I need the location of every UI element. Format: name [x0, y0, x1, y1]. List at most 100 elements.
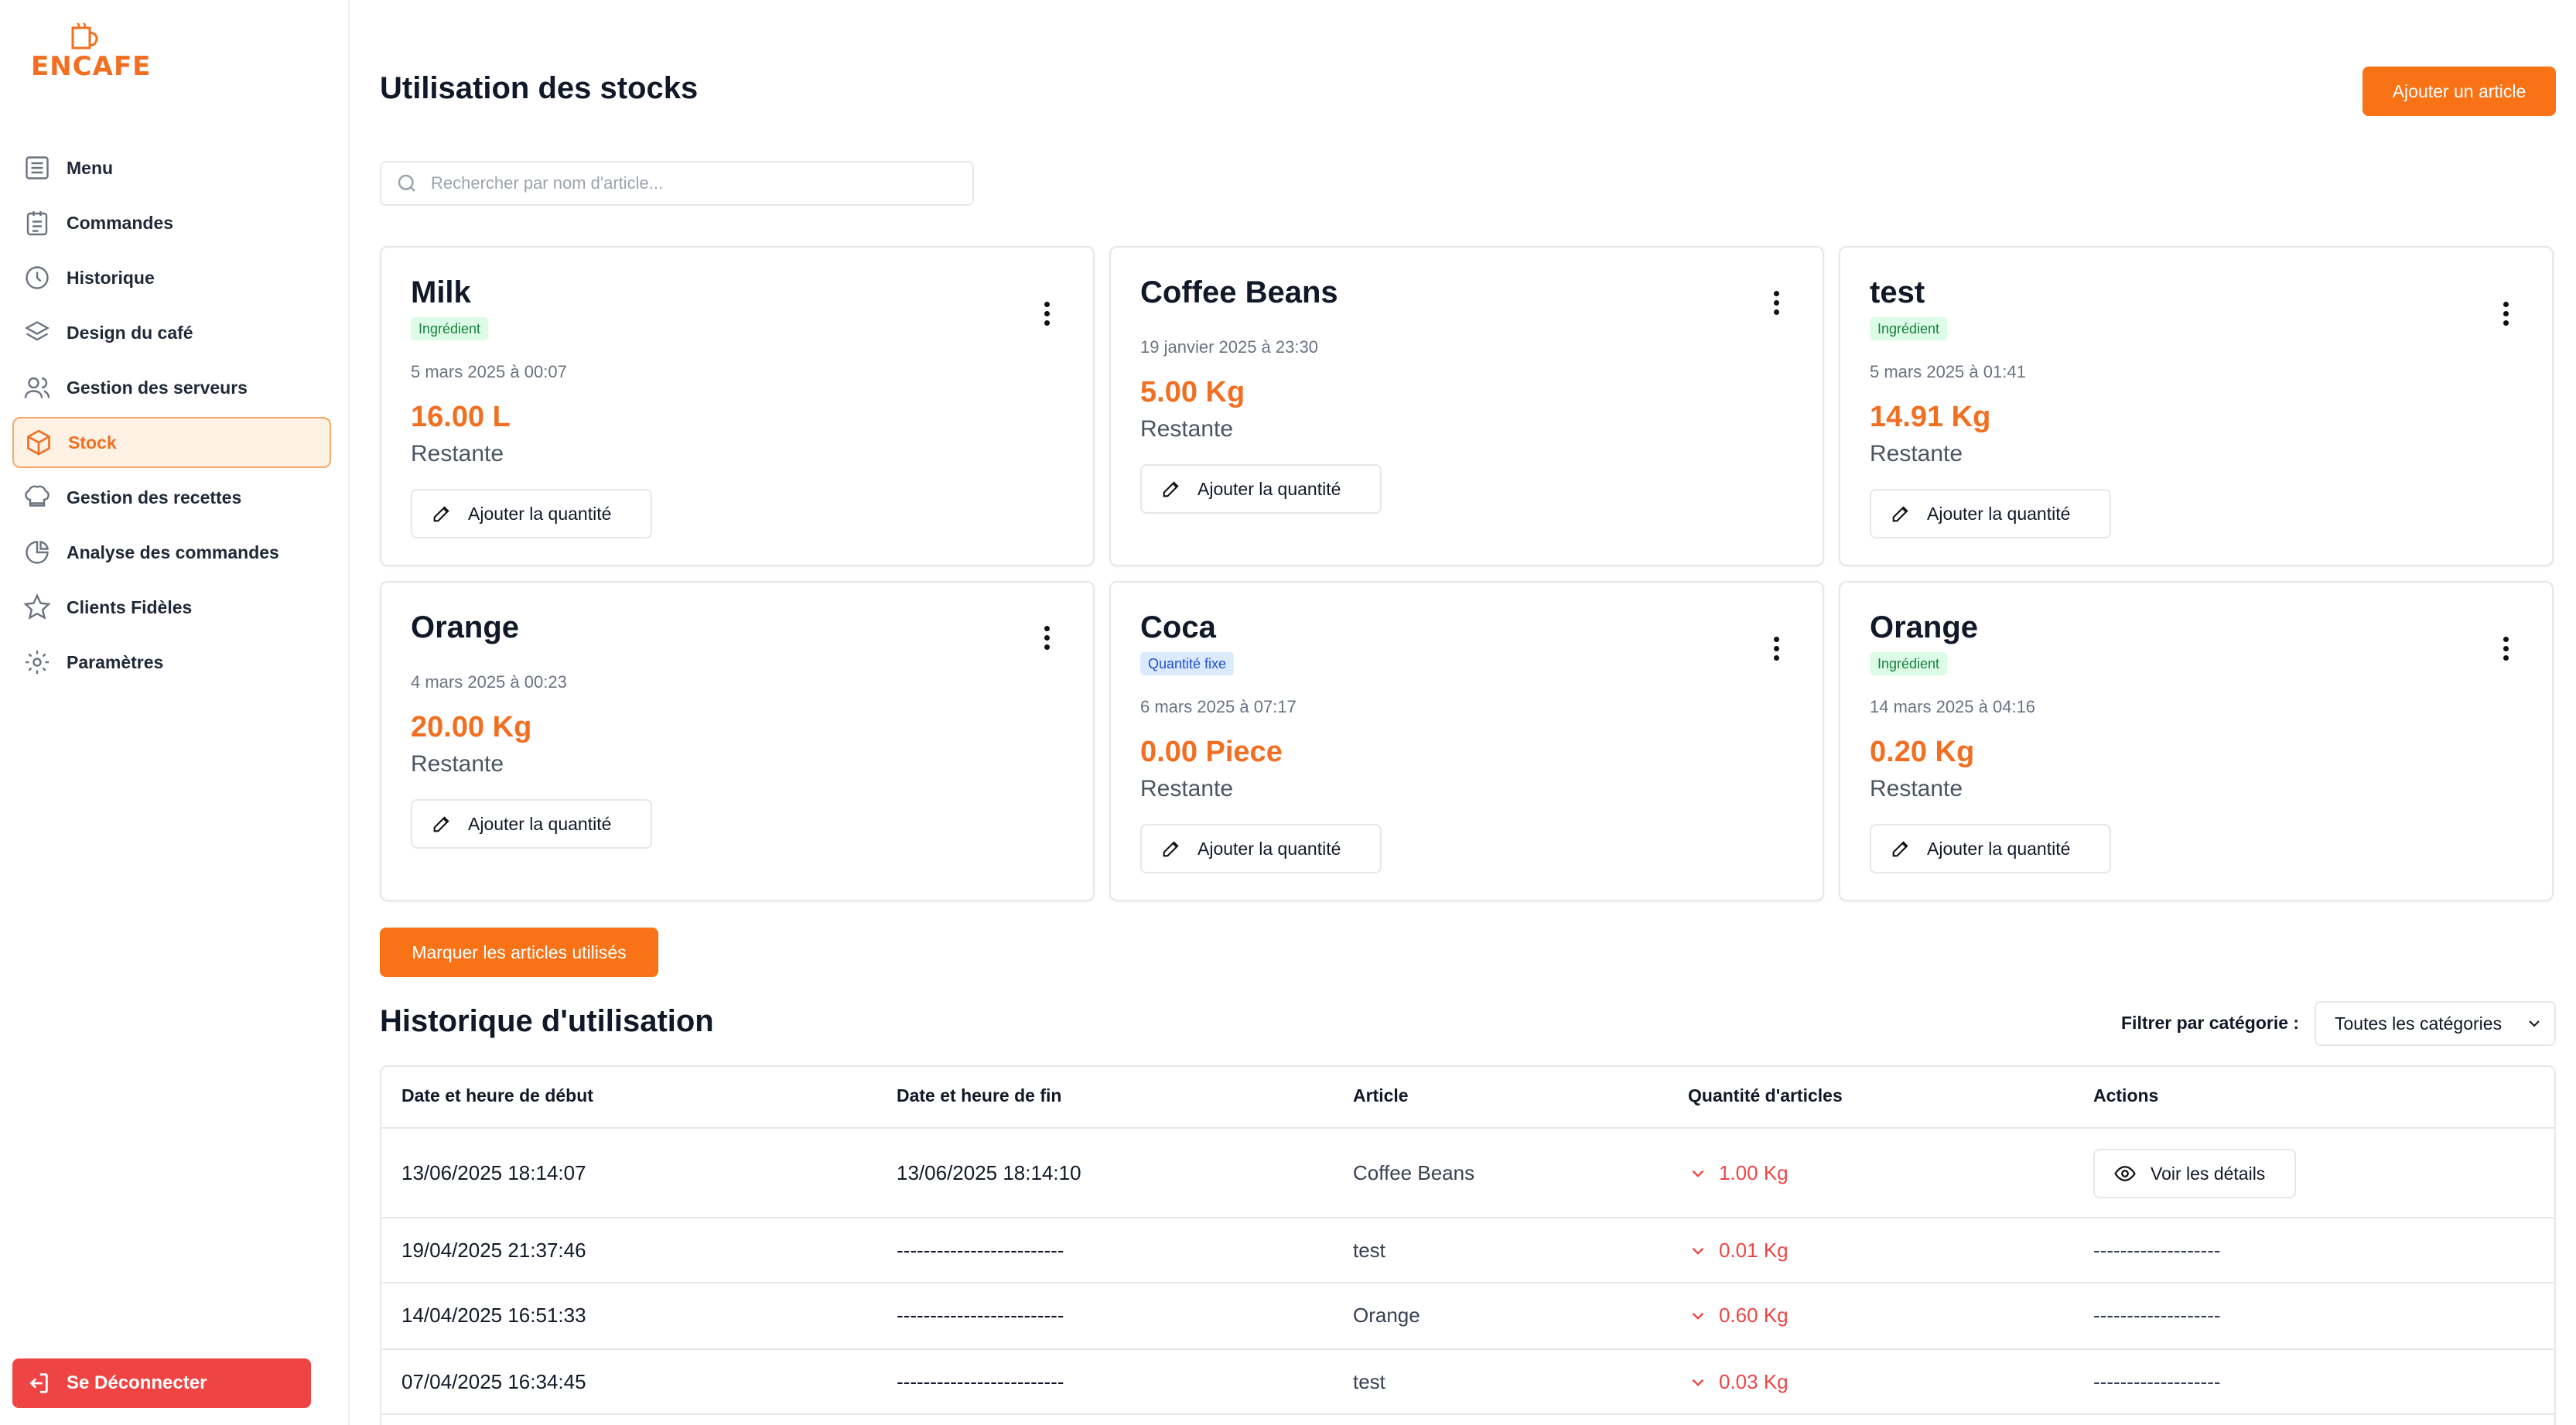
cell-start: 13/06/2025 18:14:07 [401, 1161, 586, 1184]
sidebar-item-label: Gestion des serveurs [67, 377, 248, 398]
brand-logo[interactable]: ENCAFE [31, 22, 150, 84]
sidebar-item-commandes[interactable]: Commandes [12, 197, 331, 248]
sidebar-item-stock[interactable]: Stock [12, 417, 331, 468]
card-title: Milk [411, 275, 471, 309]
card-quantity: 0.20 Kg [1870, 736, 1975, 768]
column-header: Date et heure de fin [897, 1085, 1062, 1105]
more-options-icon[interactable] [2501, 637, 2510, 668]
list-icon [26, 156, 49, 179]
pencil-icon [1163, 481, 1179, 497]
table-row: 13/06/2025 18:14:07 13/06/2025 18:14:10 … [381, 1129, 2554, 1218]
cell-article: test [1353, 1370, 1385, 1393]
table-row: 19/04/2025 21:37:46 --------------------… [381, 1218, 2554, 1283]
card-quantity: 5.00 Kg [1140, 376, 1245, 408]
add-quantity-button[interactable]: Ajouter la quantité [1870, 489, 2111, 538]
more-options-icon[interactable] [1042, 302, 1051, 333]
add-quantity-button[interactable]: Ajouter la quantité [411, 489, 652, 538]
search-input[interactable] [431, 173, 957, 193]
sidebar-item-label: Clients Fidèles [67, 596, 193, 617]
users-icon [24, 377, 50, 398]
add-quantity-label: Ajouter la quantité [468, 813, 612, 834]
card-quantity: 20.00 Kg [411, 711, 532, 743]
add-quantity-label: Ajouter la quantité [468, 503, 612, 524]
cell-action: ------------------- [2093, 1370, 2221, 1393]
card-title: Coffee Beans [1140, 275, 1338, 309]
stock-card-coca: Coca Quantité fixe 6 mars 2025 à 07:17 0… [1109, 581, 1824, 901]
layers-icon [25, 321, 50, 341]
logout-button[interactable]: Se Déconnecter [12, 1358, 311, 1408]
add-quantity-button[interactable]: Ajouter la quantité [1140, 464, 1382, 514]
logout-label: Se Déconnecter [67, 1372, 207, 1393]
add-article-button[interactable]: Ajouter un article [2362, 67, 2556, 116]
cell-end: ------------------------- [897, 1370, 1064, 1393]
sidebar-item-serveurs[interactable]: Gestion des serveurs [12, 362, 331, 413]
gear-icon [26, 651, 49, 674]
sidebar-item-analyse[interactable]: Analyse des commandes [12, 527, 331, 578]
card-remaining-label: Restante [411, 441, 504, 466]
quantity-value: 1.00 Kg [1719, 1161, 1789, 1184]
sidebar-item-clients[interactable]: Clients Fidèles [12, 582, 331, 633]
add-quantity-button[interactable]: Ajouter la quantité [1140, 824, 1382, 873]
cell-article: test [1353, 1239, 1385, 1262]
chevron-down-icon [1692, 1247, 1704, 1255]
chevron-down-icon [1692, 1312, 1704, 1320]
cell-end: ------------------------- [897, 1304, 1064, 1327]
stock-card-coffee-beans: Coffee Beans 19 janvier 2025 à 23:30 5.0… [1109, 246, 1824, 566]
page-title: Utilisation des stocks [380, 71, 699, 105]
category-badge: Ingrédient [411, 317, 489, 340]
card-title: Orange [411, 610, 520, 644]
add-quantity-label: Ajouter la quantité [1197, 478, 1341, 499]
cell-quantity: 0.01 Kg [1688, 1239, 1789, 1263]
cell-article: Orange [1353, 1304, 1420, 1327]
card-date: 19 janvier 2025 à 23:30 [1140, 337, 1318, 357]
add-quantity-label: Ajouter la quantité [1927, 503, 2071, 524]
stock-card-orange-ingredient: Orange Ingrédient 14 mars 2025 à 04:16 0… [1839, 581, 2554, 901]
chef-hat-icon [25, 485, 50, 507]
category-filter-select[interactable]: Toutes les catégories [2315, 1001, 2556, 1046]
pencil-icon [1892, 506, 1908, 522]
box-icon [27, 429, 50, 456]
chevron-down-icon [1692, 1170, 1704, 1177]
more-options-icon[interactable] [1771, 637, 1781, 668]
pencil-icon [433, 506, 449, 522]
sidebar-item-menu[interactable]: Menu [12, 142, 331, 193]
sidebar-item-recettes[interactable]: Gestion des recettes [12, 472, 331, 523]
more-options-icon[interactable] [1042, 626, 1051, 657]
column-header: Actions [2093, 1085, 2159, 1105]
history-title: Historique d'utilisation [380, 1004, 714, 1038]
logo-text: ENCAFE [31, 51, 152, 82]
category-badge: Ingrédient [1870, 317, 1948, 340]
pencil-icon [433, 816, 449, 832]
column-header: Date et heure de début [401, 1085, 593, 1105]
card-remaining-label: Restante [1870, 441, 1963, 466]
quantity-value: 0.01 Kg [1719, 1239, 1789, 1262]
clipboard-icon [26, 211, 48, 236]
filter-selected-value: Toutes les catégories [2335, 1013, 2503, 1034]
search-box [380, 161, 974, 206]
category-badge: Quantité fixe [1140, 652, 1235, 675]
card-date: 4 mars 2025 à 00:23 [411, 672, 567, 692]
more-options-icon[interactable] [1771, 291, 1781, 322]
history-table: Date et heure de début Date et heure de … [380, 1065, 2556, 1425]
add-quantity-button[interactable]: Ajouter la quantité [1870, 824, 2111, 873]
table-row: 14/04/2025 16:51:33 --------------------… [381, 1283, 2554, 1350]
sidebar-item-label: Historique [67, 267, 155, 288]
cell-action: ------------------- [2093, 1239, 2221, 1262]
sidebar-item-design-cafe[interactable]: Design du café [12, 307, 331, 358]
stock-card-milk: Milk Ingrédient 5 mars 2025 à 00:07 16.0… [380, 246, 1095, 566]
mark-used-button[interactable]: Marquer les articles utilisés [380, 928, 658, 977]
cell-quantity: 0.03 Kg [1688, 1370, 1789, 1394]
add-quantity-button[interactable]: Ajouter la quantité [411, 799, 652, 849]
category-badge: Ingrédient [1870, 652, 1948, 675]
card-remaining-label: Restante [1140, 416, 1234, 442]
card-remaining-label: Restante [411, 751, 504, 777]
view-details-button[interactable]: Voir les détails [2093, 1149, 2296, 1198]
sidebar-item-parametres[interactable]: Paramètres [12, 637, 331, 688]
card-date: 14 mars 2025 à 04:16 [1870, 697, 2036, 716]
sidebar-item-historique[interactable]: Historique [12, 252, 331, 303]
card-remaining-label: Restante [1140, 776, 1234, 801]
search-icon [398, 174, 415, 192]
table-header: Date et heure de début Date et heure de … [381, 1067, 2554, 1129]
sidebar-item-label: Paramètres [67, 651, 164, 672]
more-options-icon[interactable] [2501, 302, 2510, 333]
